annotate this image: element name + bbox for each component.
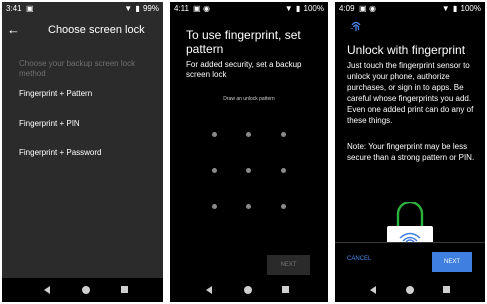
image-icon: ▣ [26, 4, 34, 13]
pattern-dot[interactable] [212, 204, 217, 209]
status-right: ▼ ▮ 100% [442, 2, 481, 16]
security-description: For added security, set a backup screen … [186, 60, 302, 79]
home-icon[interactable] [82, 286, 90, 294]
pattern-dot[interactable] [246, 204, 251, 209]
status-right: ▼ ▮ 99% [124, 2, 159, 16]
page-title: Unlock with fingerprint [347, 43, 466, 57]
pattern-hint: Draw an unlock pattern [223, 96, 275, 102]
fingerprint-lock-illustration [387, 202, 433, 242]
back-icon[interactable] [370, 286, 376, 294]
status-time: 4:09 [339, 4, 355, 13]
option-fingerprint-pin[interactable]: Fingerprint + PIN [19, 119, 80, 128]
recents-icon[interactable] [121, 286, 128, 293]
back-icon[interactable] [206, 286, 212, 294]
circle-icon: ◉ [369, 4, 376, 13]
set-pattern-screen: 4:11 ▣ ◉ ▼ ▮ 100% To use fingerprint, se… [170, 2, 328, 302]
recents-icon[interactable] [443, 286, 450, 293]
status-bar: 3:41 ▣ ▼ ▮ 99% [2, 2, 163, 16]
divider [335, 242, 485, 243]
battery-icon: ▮ [295, 4, 301, 13]
security-note: Note: Your fingerprint may be less secur… [347, 142, 475, 162]
status-time: 3:41 [6, 4, 22, 13]
pattern-dot[interactable] [212, 132, 217, 137]
next-button[interactable]: NEXT [267, 255, 310, 275]
option-fingerprint-password[interactable]: Fingerprint + Password [19, 148, 101, 157]
pattern-dot[interactable] [212, 168, 217, 173]
wifi-icon: ▼ [441, 4, 450, 13]
cancel-button[interactable]: CANCEL [347, 256, 371, 262]
status-bar: 4:11 ▣ ◉ ▼ ▮ 100% [170, 2, 328, 16]
pattern-dot[interactable] [246, 132, 251, 137]
pattern-dot[interactable] [281, 168, 286, 173]
image-icon: ▣ [359, 4, 367, 13]
option-fingerprint-pattern[interactable]: Fingerprint + Pattern [19, 89, 92, 98]
app-bar: ← Choose screen lock [2, 20, 163, 44]
backup-lock-subtitle: Choose your backup screen lock method [19, 59, 136, 78]
battery-percent: 100% [303, 4, 324, 13]
back-icon[interactable] [44, 286, 50, 294]
choose-screen-lock-screen: 3:41 ▣ ▼ ▮ 99% ← Choose screen lock Choo… [2, 2, 163, 302]
status-bar: 4:09 ▣ ◉ ▼ ▮ 100% [335, 2, 485, 16]
home-icon[interactable] [244, 286, 252, 294]
page-title: Choose screen lock [48, 24, 145, 36]
circle-icon: ◉ [203, 4, 210, 13]
back-arrow-icon[interactable]: ← [7, 22, 20, 37]
page-title: To use fingerprint, set pattern [186, 28, 301, 56]
battery-percent: 100% [460, 4, 481, 13]
image-icon: ▣ [193, 4, 201, 13]
navigation-bar [335, 278, 485, 302]
home-icon[interactable] [406, 286, 414, 294]
navigation-bar [170, 278, 328, 302]
wifi-icon: ▼ [124, 4, 133, 13]
pattern-dot[interactable] [281, 204, 286, 209]
battery-icon: ▮ [452, 4, 458, 13]
pattern-dot[interactable] [246, 168, 251, 173]
fingerprint-icon [351, 21, 361, 31]
fingerprint-description: Just touch the fingerprint sensor to unl… [347, 61, 474, 125]
navigation-bar [2, 278, 163, 302]
pattern-dot[interactable] [281, 132, 286, 137]
battery-icon: ▮ [135, 4, 140, 13]
unlock-with-fingerprint-screen: 4:09 ▣ ◉ ▼ ▮ 100% Unlock with fingerprin… [335, 2, 485, 302]
wifi-icon: ▼ [284, 4, 293, 13]
lock-shackle [396, 202, 424, 228]
status-time: 4:11 [174, 4, 189, 13]
recents-icon[interactable] [282, 286, 289, 293]
next-button[interactable]: NEXT [432, 252, 472, 272]
status-right: ▼ ▮ 100% [285, 2, 324, 16]
battery-percent: 99% [142, 4, 159, 13]
